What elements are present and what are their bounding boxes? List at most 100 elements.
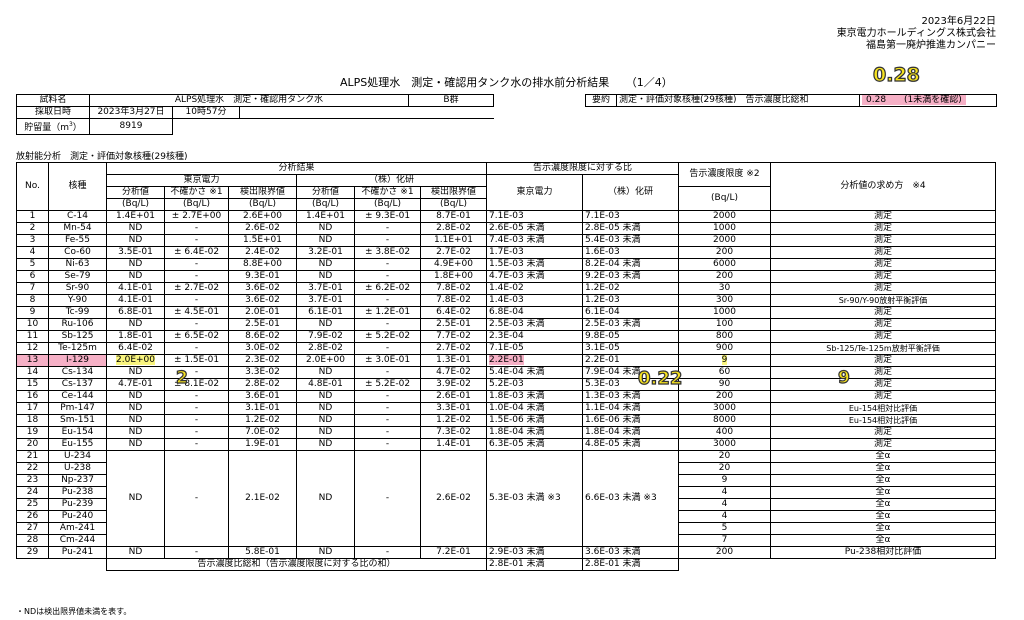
cell-no: 21 [16,450,49,463]
cell-tepco-uncert: - [164,438,229,451]
cell-no: 3 [16,234,49,247]
cell-tepco-uncert: - [164,342,229,355]
cell-no: 10 [16,318,49,331]
cell-kaken-value: ND [296,258,355,271]
cell-tepco-limit: 3.3E-02 [228,366,297,379]
cell-ratio-tepco: 1.0E-04 未満 [486,402,583,415]
cell-no: 28 [16,534,49,547]
cell-nuclide: Sb-125 [48,330,107,343]
cell-tepco-value: ND [106,366,165,379]
col-ratio-tepco: 東京電力 [486,174,583,211]
cell-tepco-uncert: - [164,366,229,379]
table-row: 1 C-14 1.4E+01 ± 2.7E+00 2.6E+00 1.4E+01 ± 9.3… [16,210,996,223]
cell-tepco-limit: 2.6E-02 [228,222,297,235]
cell-no: 19 [16,426,49,439]
cell-tepco-uncert: ± 4.5E-01 [164,306,229,319]
sample-info-table: 試料名 ALPS処理水 測定・確認用タンク水 B群 採取日時 2023年3月27… [16,94,494,135]
cell-conc-limit: 5 [678,522,771,535]
cell-nuclide: Eu-155 [48,438,107,451]
cell-tepco-limit: 1.2E-02 [228,414,297,427]
cell-kaken-uncert: ± 6.2E-02 [354,282,421,295]
summary-label: 要約 [585,94,617,107]
cell-method: 全α [770,450,996,463]
cell-ratio-tepco: 6.3E-05 未満 [486,438,583,451]
cell-tepco-value: 1.4E+01 [106,210,165,223]
cell-no: 20 [16,438,49,451]
cell-ratio-tepco: 6.8E-04 [486,306,583,319]
summary-description: 測定・評価対象核種(29核種) 告示濃度比総和 [616,94,860,107]
cell-no: 14 [16,366,49,379]
cell-nuclide: U-238 [48,462,107,475]
col-conc-limit-unit: (Bq/L) [678,186,771,211]
cell-conc-limit: 8000 [678,414,771,427]
summary-value: 0.28 (1未満を確認) [859,94,997,107]
cell-method: 測定 [770,318,996,331]
cell-kaken-limit: 1.2E-02 [420,414,487,427]
cell-tepco-uncert: - [164,222,229,235]
cell-conc-limit: 3000 [678,438,771,451]
cell-ratio-kaken: 1.6E-06 未満 [582,414,679,427]
cell-ratio-kaken: 9.8E-05 [582,330,679,343]
table-row: 19 Eu-154 ND -7.0E-02 ND -7.3E-02 1.8E-04 未満 1.… [16,426,996,439]
cell-ratio-tepco: 1.8E-03 未満 [486,390,583,403]
group-tepco-uncert: - [164,450,229,547]
cell-nuclide: Ni-63 [48,258,107,271]
cell-ratio-tepco: 1.5E-03 未満 [486,258,583,271]
annotation-i129-value: 2 [175,367,188,388]
cell-conc-limit: 900 [678,342,771,355]
cell-conc-limit: 90 [678,378,771,391]
cell-kaken-uncert: - [354,414,421,427]
table-row: 18 Sm-151 ND -1.2E-02 ND -1.2E-02 1.5E-06 未満 1.… [16,414,996,427]
cell-nuclide: Cm-244 [48,534,107,547]
col-conc-limit: 告示濃度限度 ※2 [678,162,771,187]
cell-kaken-uncert: - [354,426,421,439]
cell-nuclide: Am-241 [48,522,107,535]
cell-ratio-tepco: 4.7E-03 未満 [486,270,583,283]
cell-kaken-value: ND [296,366,355,379]
cell-no: 11 [16,330,49,343]
cell-method: 測定 [770,270,996,283]
cell-method: 全α [770,510,996,523]
cell-ratio-tepco: 2.6E-05 未満 [486,222,583,235]
cell-kaken-limit: 1.8E+00 [420,270,487,283]
unit: (Bq/L) [228,198,297,211]
cell-kaken-value: ND [296,270,355,283]
col-method: 分析値の求め方 ※4 [770,162,996,211]
cell-conc-limit: 7 [678,534,771,547]
cell-conc-limit: 200 [678,546,771,559]
cell-nuclide: Se-79 [48,270,107,283]
cell-tepco-uncert: - [164,390,229,403]
cell-kaken-uncert: - [354,390,421,403]
cell-nuclide: Tc-99 [48,306,107,319]
cell-ratio-kaken: 1.3E-03 未満 [582,390,679,403]
cell-tepco-limit: 2.5E-01 [228,318,297,331]
cell-conc-limit: 4 [678,498,771,511]
cell-kaken-uncert: - [354,270,421,283]
cell-nuclide: Cs-137 [48,378,107,391]
group-kaken-uncert: - [354,450,421,547]
summary-table: 要約 測定・評価対象核種(29核種) 告示濃度比総和 0.28 (1未満を確認) [585,94,997,107]
cell-kaken-uncert: - [354,258,421,271]
cell-kaken-value: ND [296,402,355,415]
sample-date: 2023年3月27日 [89,106,173,119]
cell-kaken-uncert: ± 9.3E-01 [354,210,421,223]
sample-group: B群 [408,94,494,107]
total-label: 告示濃度比総和（告示濃度限度に対する比の和） [106,558,487,571]
cell-kaken-uncert: ± 5.2E-02 [354,378,421,391]
cell-kaken-value: 3.2E-01 [296,246,355,259]
cell-method: Sb-125/Te-125m放射平衡評価 [770,342,996,355]
unit: (Bq/L) [296,198,355,211]
cell-ratio-tepco: 2.5E-03 未満 [486,318,583,331]
table-row: 2 Mn-54 ND -2.6E-02 ND -2.8E-02 2.6E-05 未満 2.8E… [16,222,996,235]
cell-ratio-tepco: 1.8E-04 未満 [486,426,583,439]
cell-kaken-value: 7.9E-02 [296,330,355,343]
cell-tepco-limit: 8.6E-02 [228,330,297,343]
cell-ratio-tepco: 1.7E-03 [486,246,583,259]
cell-kaken-limit: 7.8E-02 [420,294,487,307]
cell-no: 17 [16,402,49,415]
cell-no: 23 [16,474,49,487]
col-tepco-uncert: 不確かさ ※1 [164,186,229,199]
cell-method: 測定 [770,210,996,223]
cell-no: 22 [16,462,49,475]
cell-tepco-value: ND [106,222,165,235]
